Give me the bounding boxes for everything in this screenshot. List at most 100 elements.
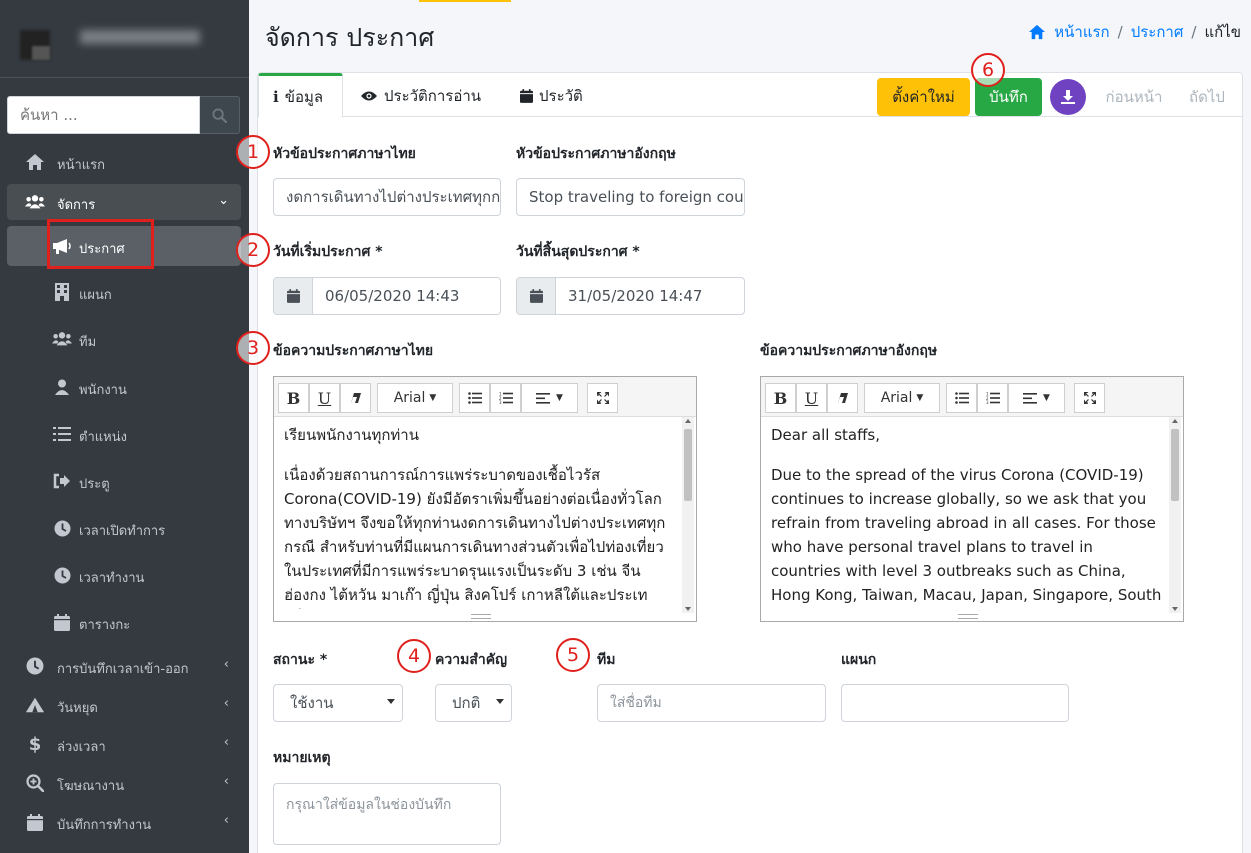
eraser-button[interactable]	[340, 383, 371, 413]
tab-label: ประวัติการอ่าน	[384, 86, 482, 105]
next-button[interactable]: ถัดไป	[1182, 78, 1232, 116]
department-input[interactable]	[841, 684, 1069, 722]
sidebar-item-label: ประตู	[79, 477, 110, 492]
bold-button[interactable]: B	[765, 383, 796, 413]
caret-down-icon	[387, 699, 395, 704]
annotation-marker-3: 3	[236, 331, 270, 365]
editor-resize-handle[interactable]	[471, 614, 491, 619]
sidebar-item-department[interactable]: แผนก	[7, 274, 241, 310]
note-label: หมายเหตุ	[273, 750, 331, 766]
end-date-value: 31/05/2020 14:47	[568, 287, 703, 305]
breadcrumb-home-link[interactable]: หน้าแรก	[1054, 20, 1109, 44]
sidebar-item-door[interactable]: ประตู	[7, 463, 241, 499]
sidebar-item-work-log[interactable]: บันทึกการทำงาน ‹	[7, 804, 241, 840]
align-dropdown[interactable]: ▼	[1008, 383, 1065, 413]
editor-paragraph: เนื่องด้วยสถานการณ์การแพร่ระบาดของเชื้อไ…	[284, 466, 666, 604]
end-date-field[interactable]: 31/05/2020 14:47	[516, 277, 745, 315]
title-th-input[interactable]: งดการเดินทางไปต่างประเทศทุกกรณี	[273, 178, 501, 216]
sidebar-search-input[interactable]	[7, 96, 200, 134]
chevron-left-icon: ‹	[223, 774, 229, 789]
sidebar-item-label: หน้าแรก	[57, 158, 105, 173]
sidebar-item-shift-schedule[interactable]: ตารางกะ	[7, 604, 241, 640]
team-input[interactable]: ใส่ชื่อทีม	[597, 684, 826, 722]
note-textarea[interactable]: กรุณาใส่ข้อมูลในช่องบันทึก	[273, 783, 501, 845]
chevron-left-icon: ‹	[223, 696, 229, 711]
calendar-icon	[52, 613, 72, 631]
editor-content[interactable]: เรียนพนักงานทุกท่าน เนื่องด้วยสถานการณ์ก…	[284, 423, 680, 609]
underline-button[interactable]: U	[309, 383, 340, 413]
megaphone-icon	[52, 237, 72, 255]
title-en-input[interactable]: Stop traveling to foreign countries	[516, 178, 745, 216]
sidebar-search	[7, 96, 240, 134]
tab-read-history[interactable]: ประวัติการอ่าน	[346, 73, 495, 118]
fullscreen-button[interactable]	[1074, 383, 1105, 413]
sidebar-item-holiday[interactable]: วันหยุด ‹	[7, 687, 241, 723]
bullet-list-button[interactable]	[946, 383, 977, 413]
calendar-icon	[520, 88, 533, 103]
annotation-marker-5: 5	[556, 638, 590, 672]
bold-button[interactable]: B	[278, 383, 309, 413]
message-en-editor[interactable]: B U Arial ▼ 123 ▼ Dear all staffs, Due to…	[760, 376, 1184, 622]
eraser-button[interactable]	[827, 383, 858, 413]
font-family-value: Arial	[393, 390, 426, 406]
underline-button[interactable]: U	[796, 383, 827, 413]
tab-history[interactable]: ประวัติ	[506, 73, 597, 118]
sidebar-item-position[interactable]: ตำแหน่ง	[7, 416, 241, 452]
main-content: จัดการ ประกาศ หน้าแรก / ประกาศ / แก้ไข i…	[236, 0, 1251, 853]
brand-logo-accent	[32, 46, 50, 60]
editor-resize-handle[interactable]	[958, 614, 978, 619]
top-accent-bar	[419, 0, 511, 2]
sidebar-item-team[interactable]: ทีม	[7, 321, 241, 357]
door-exit-icon	[52, 472, 72, 490]
info-icon: i	[273, 87, 279, 106]
sidebar-item-work-time[interactable]: เวลาทำงาน	[7, 557, 241, 593]
align-dropdown[interactable]: ▼	[521, 383, 578, 413]
sidebar-item-employee[interactable]: พนักงาน	[7, 369, 241, 405]
sidebar-item-manage[interactable]: จัดการ ⌄	[7, 184, 241, 220]
sidebar-item-label: ล่วงเวลา	[57, 740, 106, 755]
prev-button[interactable]: ก่อนหน้า	[1096, 78, 1172, 116]
sidebar-item-announcement[interactable]: ประกาศ	[7, 226, 241, 266]
sidebar-item-opening-hours[interactable]: เวลาเปิดทำการ	[7, 510, 241, 546]
priority-select[interactable]: ปกติ	[435, 684, 512, 722]
calendar-icon	[274, 278, 313, 314]
sidebar: หน้าแรก จัดการ ⌄ ประกาศ แผนก ทีม พนักงาน…	[0, 0, 249, 853]
sidebar-item-time-attendance[interactable]: การบันทึกเวลาเข้า-ออก ‹	[7, 648, 241, 684]
tab-bar: i ข้อมูล ประวัติการอ่าน ประวัติ ตั้งค่าใ…	[258, 73, 1242, 118]
sidebar-item-job-ads[interactable]: โฆษณางาน ‹	[7, 765, 241, 801]
numbered-list-button[interactable]: 123	[977, 383, 1008, 413]
font-family-dropdown[interactable]: Arial ▼	[864, 383, 940, 413]
editor-scrollbar[interactable]	[682, 417, 694, 613]
editor-toolbar: B U Arial ▼ 123 ▼	[274, 377, 696, 417]
breadcrumb-announcement-link[interactable]: ประกาศ	[1131, 20, 1184, 44]
editor-content[interactable]: Dear all staffs, Due to the spread of th…	[771, 423, 1167, 609]
sidebar-item-label: จัดการ	[57, 198, 96, 213]
dollar-icon: $	[28, 733, 42, 755]
status-select[interactable]: ใช้งาน	[273, 684, 403, 722]
sidebar-item-label: ตำแหน่ง	[79, 430, 127, 445]
tab-label: ข้อมูล	[284, 87, 324, 106]
start-date-field[interactable]: 06/05/2020 14:43	[273, 277, 501, 315]
end-date-label: วันที่สิ้นสุดประกาศ *	[516, 244, 640, 260]
sidebar-search-button[interactable]	[200, 96, 240, 134]
message-th-editor[interactable]: B U Arial ▼ 123 ▼ เรียนพนักงานทุกท่าน เนื…	[273, 376, 697, 622]
sidebar-item-home[interactable]: หน้าแรก	[7, 144, 241, 180]
bullet-list-icon	[954, 392, 969, 404]
sidebar-item-label: โฆษณางาน	[57, 779, 125, 794]
sidebar-item-label: บันทึกการทำงาน	[57, 818, 152, 833]
chevron-left-icon: ‹	[223, 657, 229, 672]
svg-text:3: 3	[499, 400, 502, 404]
bullet-list-button[interactable]	[459, 383, 490, 413]
expand-icon	[1083, 392, 1096, 404]
font-family-dropdown[interactable]: Arial ▼	[377, 383, 453, 413]
download-button[interactable]	[1050, 79, 1086, 115]
editor-scrollbar[interactable]	[1169, 417, 1181, 613]
numbered-list-button[interactable]: 123	[490, 383, 521, 413]
reset-button[interactable]: ตั้งค่าใหม่	[877, 78, 970, 116]
sidebar-item-label: พนักงาน	[79, 383, 127, 398]
sidebar-item-overtime[interactable]: $ ล่วงเวลา ‹	[7, 726, 241, 762]
annotation-marker-4: 4	[397, 639, 431, 673]
tab-info[interactable]: i ข้อมูล	[258, 73, 343, 118]
breadcrumb-separator: /	[1191, 23, 1197, 41]
fullscreen-button[interactable]	[587, 383, 618, 413]
